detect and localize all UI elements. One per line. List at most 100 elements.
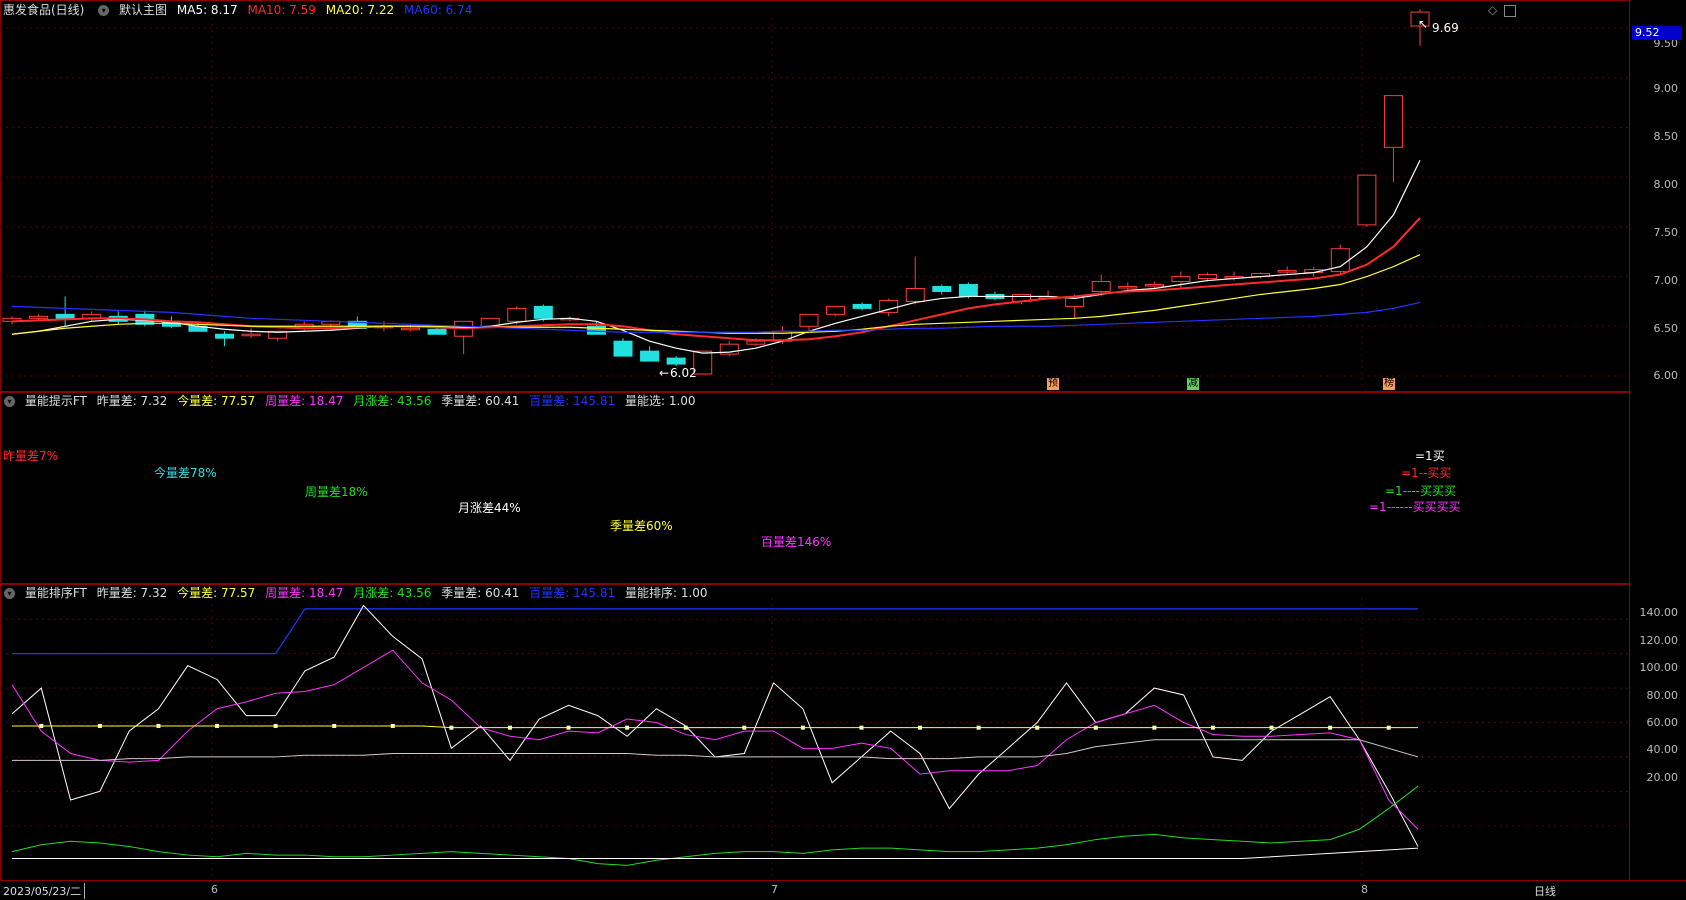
date-axis: 2023/05/23/二 6 7 8 日线 — [0, 880, 1686, 900]
series-marker — [1035, 725, 1040, 730]
chevron-down-icon[interactable]: ▾ — [4, 396, 15, 407]
candle-body — [1171, 276, 1191, 283]
candle-body — [905, 288, 925, 302]
high-arrow-icon: ↖ — [1418, 17, 1429, 31]
price-chart[interactable] — [0, 0, 1630, 392]
price-tick: 8.00 — [1653, 178, 1679, 191]
candle-body — [1383, 95, 1403, 148]
series-marker — [918, 725, 923, 730]
month-label: 7 — [771, 883, 778, 896]
high-price-label: 9.69 — [1432, 21, 1459, 35]
candle-body — [666, 357, 686, 365]
rank-tick: 60.00 — [1646, 716, 1679, 729]
candle-body — [507, 307, 527, 322]
indicator-name[interactable]: 量能提示FT — [25, 394, 87, 408]
indicator-value: 周量差: 18.47 — [265, 394, 344, 408]
price-axis: 9.50 9.00 8.50 8.00 7.50 7.00 6.50 6.00 — [1630, 0, 1686, 392]
signal-label: 今量差78% — [154, 466, 217, 480]
price-tick: 6.50 — [1653, 322, 1679, 335]
candle-body — [932, 286, 952, 292]
series-marker — [800, 725, 805, 730]
month-label: 6 — [211, 883, 218, 896]
candle-body — [958, 284, 978, 297]
rank-tick: 140.00 — [1639, 606, 1679, 619]
candle-body — [1197, 274, 1217, 280]
rank-tick: 80.00 — [1646, 689, 1679, 702]
candle-body — [746, 340, 766, 345]
series-line — [12, 725, 1418, 729]
series-marker — [1093, 725, 1098, 730]
series-marker — [1269, 725, 1274, 730]
volume-rank-chart[interactable] — [0, 584, 1630, 880]
series-marker — [1210, 725, 1215, 730]
candle-body — [241, 333, 261, 337]
indicator-value: 百量差: 145.81 — [529, 394, 616, 408]
candle-body — [640, 350, 660, 362]
series-marker — [566, 725, 571, 730]
rank-tick: 120.00 — [1639, 634, 1679, 647]
indicator-value: 昨量差: 7.32 — [96, 394, 168, 408]
indicator-value: 今量差: 77.57 — [177, 394, 256, 408]
signal-label: 昨量差7% — [3, 449, 59, 463]
legend-item: =1------买买买买 — [1369, 500, 1461, 514]
series-marker — [976, 725, 981, 730]
event-tag[interactable]: 榜 — [1383, 378, 1395, 390]
series-marker — [215, 723, 220, 728]
candle-body — [799, 313, 819, 327]
rank-axis: 140.00 120.00 100.00 80.00 60.00 40.00 2… — [1630, 584, 1686, 880]
candle-body — [1144, 284, 1164, 287]
series-marker — [390, 723, 395, 728]
price-tick: 8.50 — [1653, 130, 1679, 143]
series-marker — [332, 723, 337, 728]
period-button[interactable]: 日线 — [1534, 883, 1556, 899]
price-tick: 7.50 — [1653, 226, 1679, 239]
current-price-badge: 9.52 — [1632, 26, 1682, 40]
signal-label: 周量差18% — [305, 485, 368, 499]
middle-header: ▾ 量能提示FT 昨量差: 7.32 今量差: 77.57 周量差: 18.47… — [0, 392, 702, 410]
candle-body — [533, 305, 553, 319]
ma-line-ma60 — [11, 301, 1421, 333]
candle-body — [613, 340, 633, 357]
month-label: 8 — [1361, 883, 1368, 896]
series-marker — [156, 723, 161, 728]
candle-body — [215, 333, 235, 339]
ma-line-ma20 — [11, 254, 1421, 335]
indicator-value: 季量差: 60.41 — [441, 394, 520, 408]
indicator-value: 月涨差: 43.56 — [353, 394, 432, 408]
rank-tick: 40.00 — [1646, 743, 1679, 756]
candle-body — [1118, 286, 1138, 289]
legend-item: =1买 — [1415, 449, 1445, 463]
candle-body — [427, 328, 447, 335]
series-marker — [1386, 725, 1391, 730]
indicator-value: 量能选: 1.00 — [624, 394, 696, 408]
series-marker — [1152, 725, 1157, 730]
series-marker — [625, 725, 630, 730]
series-marker — [1328, 725, 1333, 730]
candle-body — [29, 315, 49, 319]
candle-body — [1357, 174, 1377, 226]
event-tag[interactable]: 减 — [1187, 378, 1199, 390]
price-tick: 7.00 — [1653, 274, 1679, 287]
rank-tick: 100.00 — [1639, 661, 1679, 674]
series-marker — [97, 723, 102, 728]
series-marker — [273, 723, 278, 728]
candle-body — [852, 303, 872, 309]
price-tick: 9.00 — [1653, 82, 1679, 95]
price-tick: 6.00 — [1653, 369, 1679, 382]
series-marker — [507, 725, 512, 730]
event-tag[interactable]: 预 — [1047, 378, 1059, 390]
low-price-label: 6.02 — [670, 366, 697, 380]
candle-body — [400, 327, 420, 331]
series-marker — [859, 725, 864, 730]
series-marker — [683, 725, 688, 730]
candle-body — [1277, 270, 1297, 273]
candle-body — [55, 313, 75, 319]
candle-body — [826, 305, 846, 315]
signal-label: 百量差146% — [761, 535, 832, 549]
date-start: 2023/05/23/二 — [3, 883, 86, 899]
signal-label: 月涨差44% — [458, 501, 521, 515]
series-marker — [742, 725, 747, 730]
low-arrow-icon: ← — [659, 366, 670, 380]
series-line-blue — [12, 608, 1418, 655]
series-marker — [39, 723, 44, 728]
